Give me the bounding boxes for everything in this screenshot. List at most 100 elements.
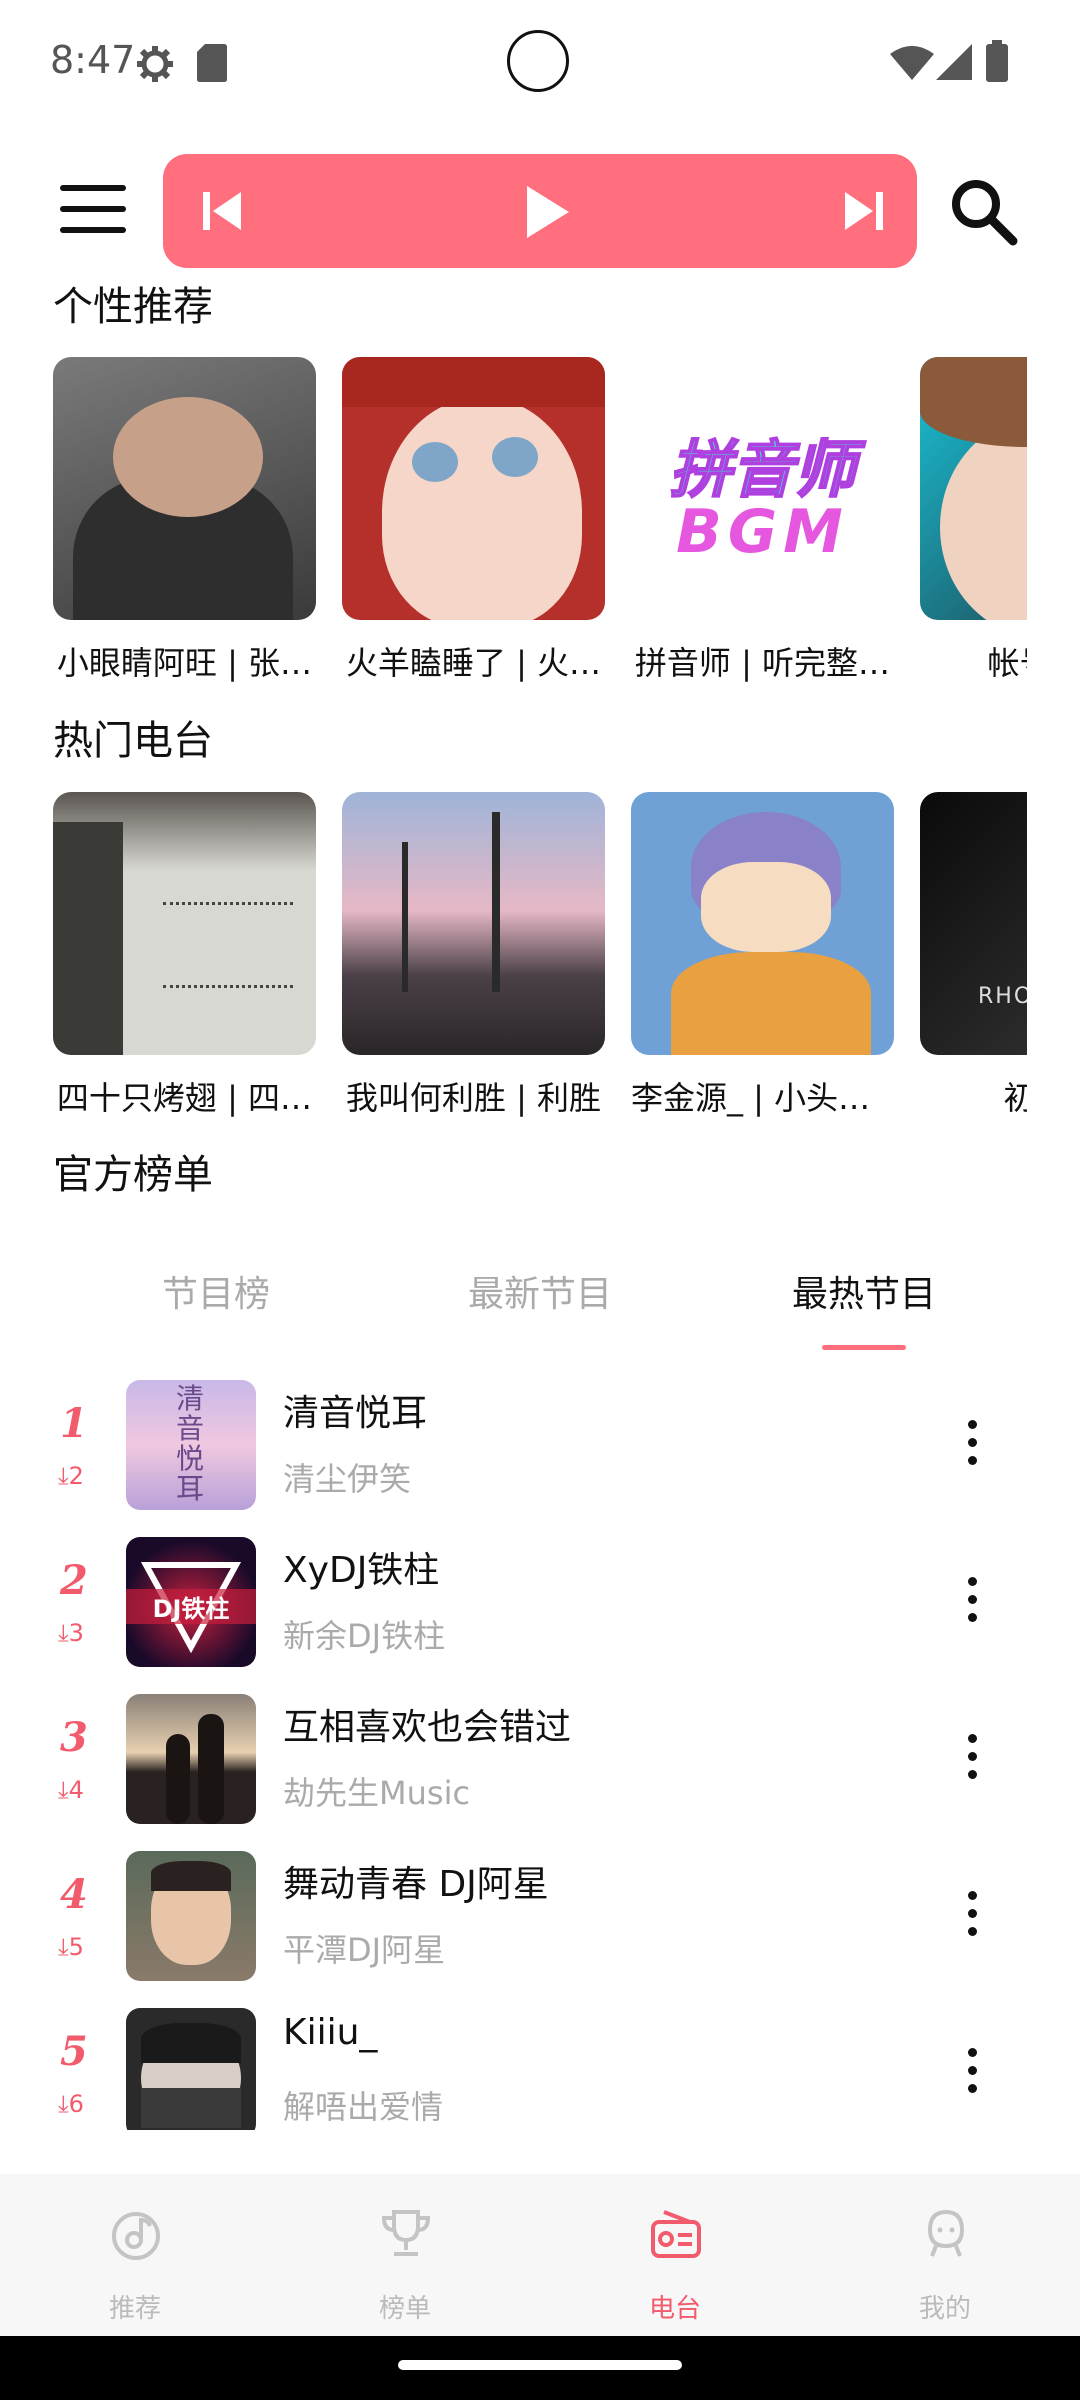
rank-thumbnail	[126, 1694, 256, 1824]
section-title-hot-radio: 热门电台	[53, 718, 213, 764]
tab-hottest-programs[interactable]: 最热节目	[714, 1265, 1014, 1317]
more-options-icon[interactable]	[966, 2048, 978, 2093]
rank-change-value: 6	[68, 2090, 84, 2118]
nav-item-radio[interactable]: 电台	[540, 2174, 810, 2336]
rank-change-value: 5	[68, 1933, 84, 1961]
section-title-official: 官方榜单	[53, 1152, 213, 1198]
sd-card-icon	[197, 44, 227, 82]
cell-signal-icon	[936, 44, 972, 80]
rank-subtitle: 平潭DJ阿星	[283, 1931, 446, 1969]
hot-radio-cards-row[interactable]: 四十只烤翅 | 四… 我叫何利胜 | 利胜 李金源_ | 小头的… RHO 初弦…	[53, 792, 1027, 1119]
card-title: 李金源_ | 小头的…	[631, 1079, 894, 1117]
music-disc-icon	[112, 2212, 160, 2260]
radio-card[interactable]: 李金源_ | 小头的…	[631, 792, 894, 1119]
nav-label: 电台	[648, 2294, 701, 2324]
card-cover	[53, 357, 316, 620]
tab-program-rank[interactable]: 节目榜	[66, 1265, 366, 1317]
more-options-icon[interactable]	[966, 1577, 978, 1622]
wifi-icon	[890, 46, 934, 80]
more-options-icon[interactable]	[966, 1734, 978, 1779]
mini-player	[163, 154, 917, 268]
card-cover	[53, 792, 316, 1055]
menu-button[interactable]	[60, 185, 126, 235]
camera-cutout	[507, 30, 569, 92]
card-title: 帐号已注	[987, 644, 1027, 682]
card-title: 火羊瞌睡了 | 火…	[345, 644, 602, 682]
menu-icon-line	[60, 206, 126, 212]
download-arrow-icon: ⤓	[58, 1776, 69, 1804]
card-title: 小眼睛阿旺 | 张…	[56, 644, 313, 682]
card-title: 四十只烤翅 | 四…	[56, 1079, 313, 1117]
section-title-personal: 个性推荐	[53, 284, 213, 330]
nav-item-mine[interactable]: 我的	[810, 2174, 1080, 2336]
tab-newest-programs[interactable]: 最新节目	[390, 1265, 690, 1317]
rank-number: 4	[60, 1871, 88, 1918]
menu-icon-line	[60, 227, 126, 233]
list-item[interactable]: 2 ⤓3 DJ铁柱 XyDJ铁柱 新余DJ铁柱	[0, 1527, 1080, 1683]
nav-item-charts[interactable]: 榜单	[270, 2174, 540, 2336]
playlist-card[interactable]: 火羊瞌睡了 | 火…	[342, 357, 605, 684]
settings-icon	[137, 46, 173, 82]
download-arrow-icon: ⤓	[58, 1619, 69, 1647]
rank-change: ⤓3	[58, 1619, 84, 1647]
rank-subtitle: 劫先生Music	[283, 1774, 471, 1812]
rank-thumbnail: DJ铁柱	[126, 1537, 256, 1667]
list-item[interactable]: 4 ⤓5 舞动青春 DJ阿星 平潭DJ阿星	[0, 1841, 1080, 1997]
playlist-card[interactable]: 小眼睛阿旺 | 张…	[53, 357, 316, 684]
card-cover: 拼音师 BGM	[631, 357, 894, 620]
card-cover	[342, 792, 605, 1055]
nav-label: 我的	[918, 2294, 971, 2324]
menu-icon-line	[60, 185, 126, 191]
rank-number: 1	[60, 1400, 88, 1447]
rank-number: 3	[60, 1714, 88, 1761]
rank-subtitle: 新余DJ铁柱	[283, 1617, 446, 1655]
rank-change: ⤓6	[58, 2090, 84, 2118]
rank-subtitle: 解唔出爱情	[283, 2088, 444, 2126]
next-track-icon[interactable]	[843, 188, 883, 234]
rank-thumbnail	[126, 2008, 256, 2130]
cover-text: 拼音师	[668, 432, 856, 507]
thumb-text: DJ铁柱	[126, 1589, 256, 1624]
list-item[interactable]: 1 ⤓2 清音悦耳 清音悦耳 清尘伊笑	[0, 1370, 1080, 1526]
status-time: 8:47	[50, 38, 136, 82]
person-icon	[927, 2209, 965, 2257]
card-cover: RHO	[920, 792, 1027, 1055]
playlist-card[interactable]: 帐号已注	[920, 357, 1027, 684]
more-options-icon[interactable]	[966, 1420, 978, 1465]
search-icon[interactable]	[948, 176, 1018, 246]
cover-text: RHO	[978, 984, 1027, 1009]
list-item[interactable]: 3 ⤓4 互相喜欢也会错过 劫先生Music	[0, 1684, 1080, 1840]
rank-list[interactable]: 1 ⤓2 清音悦耳 清音悦耳 清尘伊笑 2 ⤓3 DJ铁柱 XyDJ铁柱 新余D…	[0, 1370, 1080, 2130]
card-title: 初弦__	[920, 1073, 1027, 1119]
list-item[interactable]: 5 ⤓6 Kiiiu_ 解唔出爱情	[0, 1998, 1080, 2130]
personal-cards-row[interactable]: 小眼睛阿旺 | 张… 火羊瞌睡了 | 火… 拼音师 BGM 拼音师 | 听完整……	[53, 357, 1027, 684]
play-icon[interactable]	[525, 184, 571, 240]
trophy-icon	[381, 2210, 431, 2256]
radio-card[interactable]: 我叫何利胜 | 利胜	[342, 792, 605, 1119]
radio-card[interactable]: RHO 初弦__	[920, 792, 1027, 1119]
rank-number: 5	[60, 2028, 88, 2075]
previous-track-icon[interactable]	[203, 188, 243, 234]
home-gesture-handle[interactable]	[398, 2360, 682, 2370]
more-options-icon[interactable]	[966, 1891, 978, 1936]
rank-title: XyDJ铁柱	[283, 1550, 440, 1591]
rank-change: ⤓4	[58, 1776, 84, 1804]
download-arrow-icon: ⤓	[58, 1933, 69, 1961]
playlist-card[interactable]: 拼音师 BGM 拼音师 | 听完整…	[631, 357, 894, 684]
thumb-text: 清音悦耳	[176, 1382, 205, 1505]
nav-item-recommend[interactable]: 推荐	[0, 2174, 270, 2336]
rank-title: 互相喜欢也会错过	[283, 1707, 572, 1748]
battery-icon	[986, 40, 1008, 82]
nav-label: 推荐	[108, 2294, 161, 2324]
rank-subtitle: 清尘伊笑	[283, 1460, 412, 1498]
radio-card[interactable]: 四十只烤翅 | 四…	[53, 792, 316, 1119]
rank-thumbnail: 清音悦耳	[126, 1380, 256, 1510]
rank-change-value: 3	[68, 1619, 84, 1647]
rank-change: ⤓2	[58, 1462, 84, 1490]
rank-change-value: 4	[68, 1776, 84, 1804]
radio-icon	[651, 2210, 701, 2258]
rank-thumbnail	[126, 1851, 256, 1981]
nav-label: 榜单	[378, 2294, 431, 2324]
rank-number: 2	[60, 1557, 88, 1604]
rank-title: 清音悦耳	[283, 1393, 428, 1434]
